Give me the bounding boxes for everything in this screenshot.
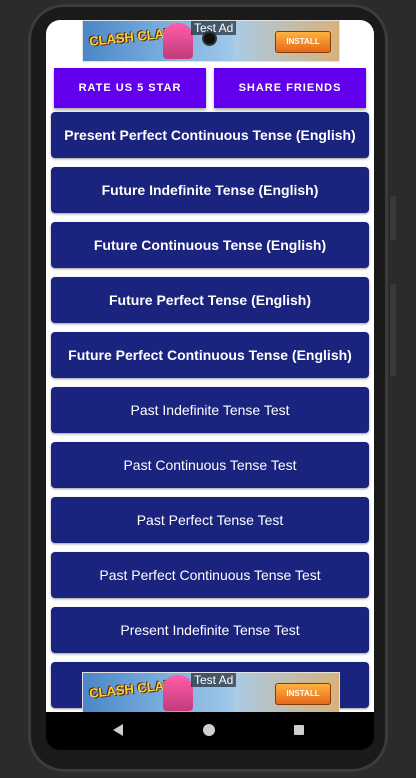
volume-button — [390, 196, 396, 240]
ad-install-button[interactable]: INSTALL — [275, 683, 331, 705]
lesson-item-future-indefinite[interactable]: Future Indefinite Tense (English) — [51, 167, 369, 213]
ad-label: Test Ad — [191, 673, 237, 687]
front-camera — [204, 33, 215, 44]
lesson-item-present-perfect-continuous[interactable]: Present Perfect Continuous Tense (Englis… — [51, 112, 369, 158]
screen: CLASH CLANS INSTALL Test Ad RATE US 5 ST… — [46, 20, 374, 750]
lesson-item-past-perfect-continuous-test[interactable]: Past Perfect Continuous Tense Test — [51, 552, 369, 598]
lesson-item-present-indefinite-test[interactable]: Present Indefinite Tense Test — [51, 607, 369, 653]
ad-character-image — [163, 675, 193, 711]
recents-icon[interactable] — [294, 725, 304, 735]
rate-us-button[interactable]: RATE US 5 STAR — [54, 68, 206, 108]
system-navigation-bar — [46, 712, 374, 750]
power-button — [390, 284, 396, 376]
ad-label: Test Ad — [191, 21, 237, 35]
lesson-item-future-continuous[interactable]: Future Continuous Tense (English) — [51, 222, 369, 268]
app-content: CLASH CLANS INSTALL Test Ad RATE US 5 ST… — [46, 20, 374, 712]
share-friends-button[interactable]: SHARE FRIENDS — [214, 68, 366, 108]
lesson-item-future-perfect-continuous[interactable]: Future Perfect Continuous Tense (English… — [51, 332, 369, 378]
bottom-ad-banner[interactable]: CLASH CLANS INSTALL Test Ad — [82, 672, 340, 712]
lesson-item-past-indefinite-test[interactable]: Past Indefinite Tense Test — [51, 387, 369, 433]
ad-install-button[interactable]: INSTALL — [275, 31, 331, 53]
back-icon[interactable] — [113, 724, 123, 736]
lesson-item-past-continuous-test[interactable]: Past Continuous Tense Test — [51, 442, 369, 488]
lesson-item-past-perfect-test[interactable]: Past Perfect Tense Test — [51, 497, 369, 543]
home-icon[interactable] — [203, 724, 215, 736]
lesson-item-future-perfect[interactable]: Future Perfect Tense (English) — [51, 277, 369, 323]
ad-character-image — [163, 23, 193, 59]
